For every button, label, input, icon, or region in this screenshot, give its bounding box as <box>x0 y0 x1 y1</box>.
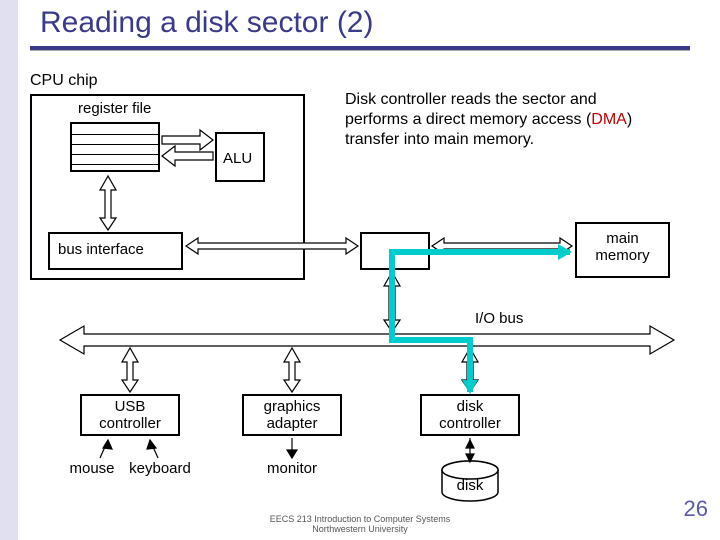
desc-line3: ) <box>627 111 632 128</box>
dma-description: Disk controller reads the sector and per… <box>345 90 685 150</box>
desc-dma: DMA <box>591 111 627 128</box>
keyboard-label: keyboard <box>120 460 200 477</box>
register-file-box <box>70 122 160 172</box>
slide-footer: EECS 213 Introduction to Computer System… <box>0 514 720 534</box>
bus-interface-label: bus interface <box>58 241 144 258</box>
desc-line1: Disk controller reads the sector and <box>345 91 597 108</box>
main-memory-label: main memory <box>575 230 670 264</box>
io-bus-label: I/O bus <box>475 310 523 327</box>
disk-label: disk <box>448 477 492 494</box>
graphics-adapter-label: graphics adapter <box>242 398 342 432</box>
accent-bar <box>0 0 18 540</box>
bridge-box <box>360 232 430 270</box>
footer-line1: EECS 213 Introduction to Computer System… <box>270 514 451 524</box>
slide-number: 26 <box>684 496 708 522</box>
usb-controller-label: USB controller <box>80 398 180 432</box>
monitor-label: monitor <box>252 460 332 477</box>
mouse-label: mouse <box>62 460 122 477</box>
footer-line2: Northwestern University <box>312 524 408 534</box>
alu-label: ALU <box>223 150 252 167</box>
cpu-chip-label: CPU chip <box>30 72 98 90</box>
disk-controller-label: disk controller <box>420 398 520 432</box>
register-file-label: register file <box>78 100 151 117</box>
slide-title: Reading a disk sector (2) <box>40 6 374 40</box>
desc-line2: performs a direct memory access ( <box>345 111 591 128</box>
desc-line4: transfer into main memory. <box>345 131 534 148</box>
title-underline <box>30 46 690 51</box>
